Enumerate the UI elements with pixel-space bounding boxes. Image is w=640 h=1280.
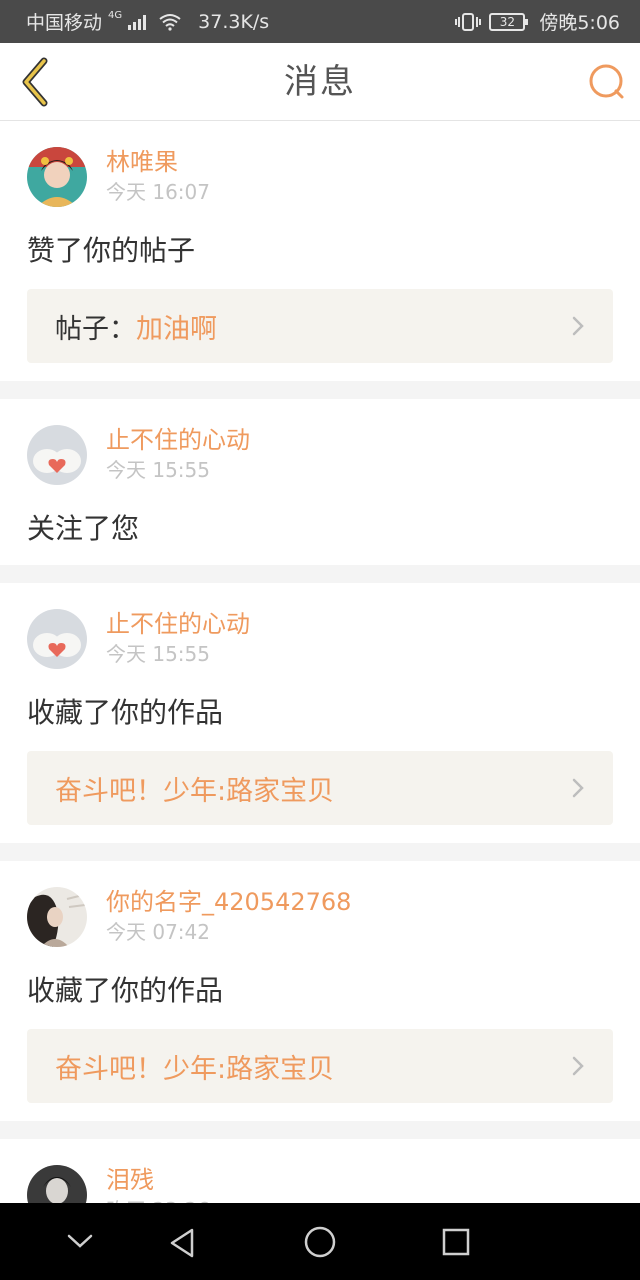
username[interactable]: 林唯果: [106, 147, 210, 177]
avatar[interactable]: [27, 425, 87, 485]
avatar[interactable]: [27, 887, 87, 947]
status-bar: 中国移动 4G 37.3K/s 32 傍晚5:06: [0, 0, 640, 43]
username[interactable]: 泪残: [106, 1165, 210, 1195]
timestamp: 今天 16:07: [106, 180, 210, 204]
chevron-right-icon: [572, 1056, 584, 1076]
action-text: 关注了您: [27, 512, 140, 545]
message-card[interactable]: 林唯果 今天 16:07 赞了你的帖子 帖子： 加油啊: [0, 121, 640, 381]
system-nav-bar: [0, 1203, 640, 1280]
battery-level: 32: [499, 14, 515, 29]
message-card[interactable]: 止不住的心动 今天 15:55 收藏了你的作品 奋斗吧！少年:路家宝贝: [0, 583, 640, 843]
post-reference[interactable]: 帖子： 加油啊: [27, 289, 613, 363]
message-card[interactable]: 你的名字_420542768 今天 07:42 收藏了你的作品 奋斗吧！少年:路…: [0, 861, 640, 1121]
timestamp: 今天 15:55: [106, 642, 210, 666]
vibrate-icon: [455, 12, 482, 31]
action-text: 赞了你的帖子: [27, 234, 196, 267]
message-card[interactable]: 止不住的心动 今天 15:55 关注了您: [0, 399, 640, 565]
search-icon[interactable]: [586, 61, 626, 101]
signal-icon: [128, 14, 147, 30]
ref-title: 奋斗吧！少年:路家宝贝: [55, 1053, 335, 1085]
username[interactable]: 止不住的心动: [106, 425, 250, 455]
home-circle-icon[interactable]: [303, 1225, 337, 1259]
chevron-right-icon: [572, 316, 584, 336]
avatar[interactable]: [27, 147, 87, 207]
action-text: 收藏了你的作品: [27, 974, 224, 1007]
recents-square-icon[interactable]: [441, 1227, 471, 1257]
network-speed: 37.3K/s: [198, 10, 270, 33]
chevron-right-icon: [572, 778, 584, 798]
page-title: 消息: [284, 62, 356, 102]
network-type: 4G: [108, 10, 123, 21]
battery-icon: 32: [489, 12, 529, 31]
top-nav-bar: 消息: [0, 43, 640, 121]
ref-title: 加油啊: [136, 313, 217, 345]
message-list: 林唯果 今天 16:07 赞了你的帖子 帖子： 加油啊 止不住的心动 今天 15…: [0, 121, 640, 1263]
chevron-down-icon[interactable]: [66, 1231, 94, 1251]
work-reference[interactable]: 奋斗吧！少年:路家宝贝: [27, 1029, 613, 1103]
action-text: 收藏了你的作品: [27, 696, 224, 729]
clock: 傍晚5:06: [539, 12, 620, 34]
ref-title: 奋斗吧！少年:路家宝贝: [55, 775, 335, 807]
username[interactable]: 你的名字_420542768: [106, 887, 351, 917]
back-triangle-icon[interactable]: [168, 1227, 198, 1259]
wifi-icon: [159, 13, 181, 31]
timestamp: 今天 07:42: [106, 920, 210, 944]
ref-prefix: 帖子：: [55, 313, 136, 345]
username[interactable]: 止不住的心动: [106, 609, 250, 639]
timestamp: 今天 15:55: [106, 458, 210, 482]
avatar[interactable]: [27, 609, 87, 669]
carrier-label: 中国移动: [26, 12, 103, 34]
work-reference[interactable]: 奋斗吧！少年:路家宝贝: [27, 751, 613, 825]
